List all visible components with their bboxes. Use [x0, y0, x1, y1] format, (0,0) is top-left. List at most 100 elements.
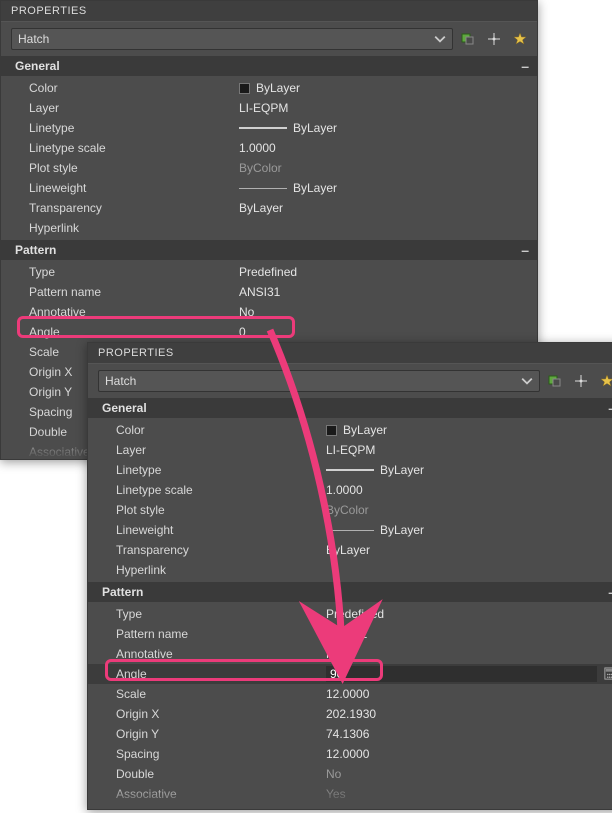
property-row[interactable]: AnnotativeNo	[1, 302, 537, 322]
property-row[interactable]: LayerLI-EQPM	[88, 440, 612, 460]
property-input[interactable]	[326, 666, 597, 682]
property-row[interactable]: Linetype scale1.0000	[88, 480, 612, 500]
group-header-pattern[interactable]: Pattern –	[88, 582, 612, 602]
group-header-pattern[interactable]: Pattern –	[1, 240, 537, 260]
property-value[interactable]: ByLayer	[239, 201, 529, 215]
property-value[interactable]: 12.0000	[326, 687, 612, 701]
property-row[interactable]: Hyperlink	[1, 218, 537, 238]
property-value-text: ANSI31	[239, 285, 280, 299]
property-value-text: 1.0000	[239, 141, 276, 155]
property-value[interactable]: LI-EQPM	[326, 443, 612, 457]
property-value[interactable]	[326, 666, 612, 682]
property-row[interactable]: Scale12.0000	[88, 684, 612, 704]
property-value-text: ByColor	[239, 161, 282, 175]
property-value[interactable]: ByLayer	[239, 181, 529, 195]
property-value-text: ByLayer	[380, 523, 424, 537]
quick-select-button[interactable]	[483, 28, 505, 50]
property-row[interactable]: Origin Y74.1306	[88, 724, 612, 744]
property-value[interactable]: 1.0000	[239, 141, 529, 155]
property-row[interactable]: ColorByLayer	[1, 78, 537, 98]
selection-star-button[interactable]	[596, 370, 612, 392]
property-label: Pattern name	[116, 627, 326, 641]
property-label: Color	[116, 423, 326, 437]
property-row[interactable]: Plot styleByColor	[88, 500, 612, 520]
property-value-text: ByColor	[326, 503, 369, 517]
property-row[interactable]: LinetypeByLayer	[88, 460, 612, 480]
group-label: Pattern	[102, 585, 143, 599]
property-label: Plot style	[116, 503, 326, 517]
property-value[interactable]: 202.1930	[326, 707, 612, 721]
group-header-general[interactable]: General –	[1, 56, 537, 76]
property-row[interactable]: Lineweight ByLayer	[88, 520, 612, 540]
property-value[interactable]: 12.0000	[326, 747, 612, 761]
property-row[interactable]: LayerLI-EQPM	[1, 98, 537, 118]
property-value-text: No	[326, 767, 341, 781]
property-value[interactable]: ByLayer	[326, 423, 612, 437]
property-label: Associative	[116, 787, 326, 801]
property-row[interactable]: Angle0	[1, 322, 537, 342]
property-row[interactable]: Hyperlink	[88, 560, 612, 580]
property-value[interactable]: ByLayer	[239, 81, 529, 95]
property-value[interactable]: ByColor	[239, 161, 529, 175]
group-header-general[interactable]: General –	[88, 398, 612, 418]
property-row[interactable]: Pattern nameANSI31	[88, 624, 612, 644]
property-value[interactable]: ANSI31	[239, 285, 529, 299]
property-value[interactable]: ByLayer	[239, 121, 529, 135]
property-label: Lineweight	[116, 523, 326, 537]
property-value[interactable]: ByLayer	[326, 543, 612, 557]
quick-select-button[interactable]	[570, 370, 592, 392]
object-type-selector[interactable]: Hatch	[98, 370, 540, 392]
property-value[interactable]: Yes	[326, 787, 612, 801]
property-label: Hyperlink	[116, 563, 326, 577]
property-row[interactable]: LineweightByLayer	[1, 178, 537, 198]
property-value-text: 12.0000	[326, 687, 369, 701]
object-type-selector[interactable]: Hatch	[11, 28, 453, 50]
property-row[interactable]: TypePredefined	[88, 604, 612, 624]
group-label: Pattern	[15, 243, 56, 257]
property-row[interactable]: Linetype scale1.0000	[1, 138, 537, 158]
general-props: ColorByLayerLayerLI-EQPMLinetypeByLayerL…	[1, 76, 537, 240]
property-row[interactable]: AnnotativeNo	[88, 644, 612, 664]
property-row[interactable]: DoubleNo	[88, 764, 612, 784]
property-row[interactable]: LinetypeByLayer	[1, 118, 537, 138]
property-value[interactable]: ANSI31	[326, 627, 612, 641]
property-row[interactable]: TransparencyByLayer	[1, 198, 537, 218]
property-label: Linetype scale	[116, 483, 326, 497]
property-label: Scale	[116, 687, 326, 701]
toggle-pim-button[interactable]	[544, 370, 566, 392]
property-label: Spacing	[116, 747, 326, 761]
property-value-text: No	[326, 647, 341, 661]
property-value[interactable]: No	[326, 647, 612, 661]
property-value[interactable]: No	[239, 305, 529, 319]
property-value-text: LI-EQPM	[239, 101, 288, 115]
property-label: Transparency	[116, 543, 326, 557]
panel-title: PROPERTIES	[1, 1, 537, 22]
property-row[interactable]: Pattern nameANSI31	[1, 282, 537, 302]
property-value[interactable]: LI-EQPM	[239, 101, 529, 115]
toggle-pim-button[interactable]	[457, 28, 479, 50]
property-value[interactable]: No	[326, 767, 612, 781]
calculator-icon[interactable]	[603, 667, 612, 681]
property-row[interactable]: TypePredefined	[1, 262, 537, 282]
property-row[interactable]: Spacing12.0000	[88, 744, 612, 764]
property-value[interactable]: 0	[239, 325, 529, 339]
property-value[interactable]: Predefined	[239, 265, 529, 279]
property-value[interactable]: ByLayer	[326, 463, 612, 477]
property-value-text: 202.1930	[326, 707, 376, 721]
property-label: Layer	[116, 443, 326, 457]
property-value[interactable]: ByColor	[326, 503, 612, 517]
property-label: Pattern name	[29, 285, 239, 299]
property-value[interactable]: 1.0000	[326, 483, 612, 497]
property-row[interactable]: ColorByLayer	[88, 420, 612, 440]
property-row[interactable]: AssociativeYes	[88, 784, 612, 804]
property-label: Color	[29, 81, 239, 95]
selection-star-button[interactable]	[509, 28, 531, 50]
property-row[interactable]: TransparencyByLayer	[88, 540, 612, 560]
property-value[interactable]: ByLayer	[326, 523, 612, 537]
chevron-down-icon	[521, 375, 533, 387]
property-row[interactable]: Plot styleByColor	[1, 158, 537, 178]
property-row[interactable]: Origin X202.1930	[88, 704, 612, 724]
property-value[interactable]: Predefined	[326, 607, 612, 621]
property-row[interactable]: Angle	[88, 664, 612, 684]
property-value[interactable]: 74.1306	[326, 727, 612, 741]
